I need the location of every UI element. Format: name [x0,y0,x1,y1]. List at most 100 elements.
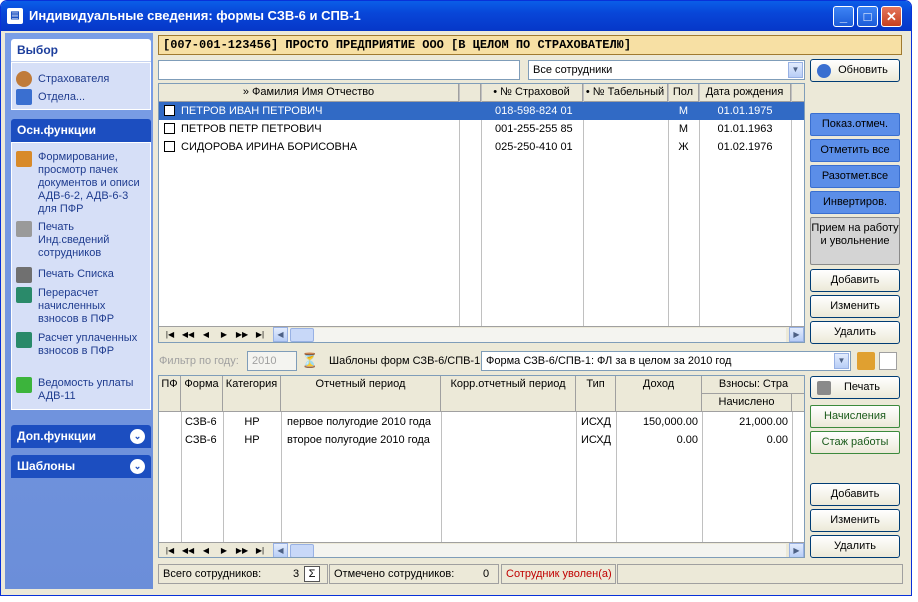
maximize-icon[interactable]: □ [857,6,878,27]
sidebar-item-department[interactable]: Отдела... [38,91,85,104]
prev-record-icon[interactable]: ◀ [197,328,215,342]
sidebar-item-paid[interactable]: Расчет уплаченных взносов в ПФР [38,332,146,358]
first-record-icon[interactable]: |◀ [161,328,179,342]
cell-income: 150,000.00 [642,416,698,428]
templates-group-title: Шаблоны [17,459,76,473]
year-filter-label: Фильтр по году: [159,355,239,367]
cell-accrued: 0.00 [766,434,788,446]
table-row[interactable]: СИДОРОВА ИРИНА БОРИСОВНА 025-250-410 01 … [159,138,804,156]
col-contributions[interactable]: Взносы: Стра [702,376,804,394]
table-row[interactable]: ПЕТРОВ ИВАН ПЕТРОВИЧ 018-598-824 01 М 01… [159,102,804,120]
col-tab[interactable]: • № Табельный [583,84,668,102]
invert-button[interactable]: Инвертиров. [810,191,900,214]
refresh-button[interactable]: Обновить [810,59,900,82]
sidebar-item-policyholder[interactable]: Страхователя [38,73,109,86]
edit-employee-button[interactable]: Изменить [810,295,900,318]
table-row[interactable]: СЗВ-6 НР второе полугодие 2010 года ИСХД… [159,431,804,449]
template-select[interactable]: Форма СЗВ-6/СПВ-1: ФЛ за в целом за 2010… [481,351,851,371]
cell-period: второе полугодие 2010 года [287,434,430,446]
main-window: ▤ Индивидуальные сведения: формы СЗВ-6 и… [0,0,912,596]
employees-filter-select[interactable]: Все сотрудники ▼ [528,60,805,80]
col-corr-period[interactable]: Корр.отчетный период [441,376,576,412]
row-checkbox[interactable] [164,123,175,134]
chevron-down-icon[interactable]: ▼ [788,62,803,78]
horizontal-scrollbar[interactable] [288,544,786,557]
col-sex[interactable]: Пол [668,84,699,102]
table-row[interactable]: СЗВ-6 НР первое полугодие 2010 года ИСХД… [159,413,804,431]
add-employee-button[interactable]: Добавить [810,269,900,292]
year-filter-input[interactable]: 2010 [247,351,297,371]
sum-icon[interactable]: Σ [304,566,320,582]
scroll-thumb[interactable] [290,328,314,342]
table-row[interactable]: ПЕТРОВ ПЕТР ПЕТРОВИЧ 001-255-255 85 М 01… [159,120,804,138]
main-group-header[interactable]: Осн.функции [11,119,151,142]
scroll-right-icon[interactable]: ▶ [789,543,804,557]
hire-dismiss-button[interactable]: Прием на работу и увольнение [810,217,900,265]
cell-tab [583,102,668,120]
select-group-header[interactable]: Выбор [11,39,151,62]
document-app-icon: ▤ [7,8,23,24]
col-fio[interactable]: » Фамилия Имя Отчество [159,84,459,102]
col-blank [459,84,481,102]
status-marked-value: 0 [483,568,490,580]
first-record-icon[interactable]: |◀ [161,544,179,557]
col-period[interactable]: Отчетный период [281,376,441,412]
chevron-down-icon[interactable]: ⌄ [130,459,145,474]
template-folder-icon[interactable] [857,352,875,370]
delete-form-button[interactable]: Удалить [810,535,900,558]
mark-all-button[interactable]: Отметить все [810,139,900,162]
templates-group-header[interactable]: Шаблоны ⌄ [11,455,151,478]
scroll-left-icon[interactable]: ◀ [273,543,288,557]
refresh-label: Обновить [838,64,888,76]
last-record-icon[interactable]: ▶| [251,544,269,557]
edit-form-button[interactable]: Изменить [810,509,900,532]
col-category[interactable]: Категория [223,376,281,412]
next-page-icon[interactable]: ▶▶ [233,328,251,342]
next-page-icon[interactable]: ▶▶ [233,544,251,557]
row-checkbox[interactable] [164,105,175,116]
sidebar-item-print-list[interactable]: Печать Списка [38,268,146,281]
sidebar: Выбор Страхователя Отдела... Осн.функции… [5,33,153,589]
row-checkbox[interactable] [164,141,175,152]
col-income[interactable]: Доход [616,376,702,412]
sidebar-item-print-individual[interactable]: Печать Инд.сведений сотрудников [38,221,146,260]
prev-record-icon[interactable]: ◀ [197,544,215,557]
sidebar-item-recalc[interactable]: Перерасчет начисленных взносов в ПФР [38,287,146,326]
chevron-down-icon[interactable]: ⌄ [130,429,145,444]
scroll-right-icon[interactable]: ▶ [789,327,804,342]
cell-pf [159,413,181,431]
next-record-icon[interactable]: ▶ [215,328,233,342]
col-accrued[interactable]: Начислено [702,394,792,412]
prev-page-icon[interactable]: ◀◀ [179,328,197,342]
printer-icon [817,381,831,395]
sidebar-item-adv11[interactable]: Ведомость уплаты АДВ-11 [38,377,146,403]
filter-icon[interactable]: ⏳ [301,352,319,370]
add-form-button[interactable]: Добавить [810,483,900,506]
new-template-icon[interactable] [879,352,897,370]
sidebar-item-batches[interactable]: Формирование, просмотр пачек документов … [38,151,146,216]
horizontal-scrollbar[interactable] [288,328,786,342]
col-dob[interactable]: Дата рождения [699,84,791,102]
col-pf[interactable]: ПФ [159,376,181,412]
seniority-button[interactable]: Стаж работы [810,431,900,454]
show-marked-button[interactable]: Показ.отмеч. [810,113,900,136]
search-input[interactable] [158,60,520,80]
col-snils[interactable]: • № Страховой [481,84,583,102]
unmark-all-button[interactable]: Разотмет.все [810,165,900,188]
print-forms-button[interactable]: Печать [810,376,900,399]
minimize-icon[interactable]: _ [833,6,854,27]
prev-page-icon[interactable]: ◀◀ [179,544,197,557]
accruals-button[interactable]: Начисления [810,405,900,428]
last-record-icon[interactable]: ▶| [251,328,269,342]
col-form[interactable]: Форма [181,376,223,412]
scroll-left-icon[interactable]: ◀ [273,327,288,342]
col-type[interactable]: Тип [576,376,616,412]
next-record-icon[interactable]: ▶ [215,544,233,557]
extra-group-header[interactable]: Доп.функции ⌄ [11,425,151,448]
cell-sex: Ж [678,141,689,153]
close-icon[interactable]: ✕ [881,6,902,27]
delete-employee-button[interactable]: Удалить [810,321,900,344]
scroll-thumb[interactable] [290,544,314,557]
chevron-down-icon[interactable]: ▼ [834,353,849,369]
cell-fio: ПЕТРОВ ПЕТР ПЕТРОВИЧ [181,123,322,135]
